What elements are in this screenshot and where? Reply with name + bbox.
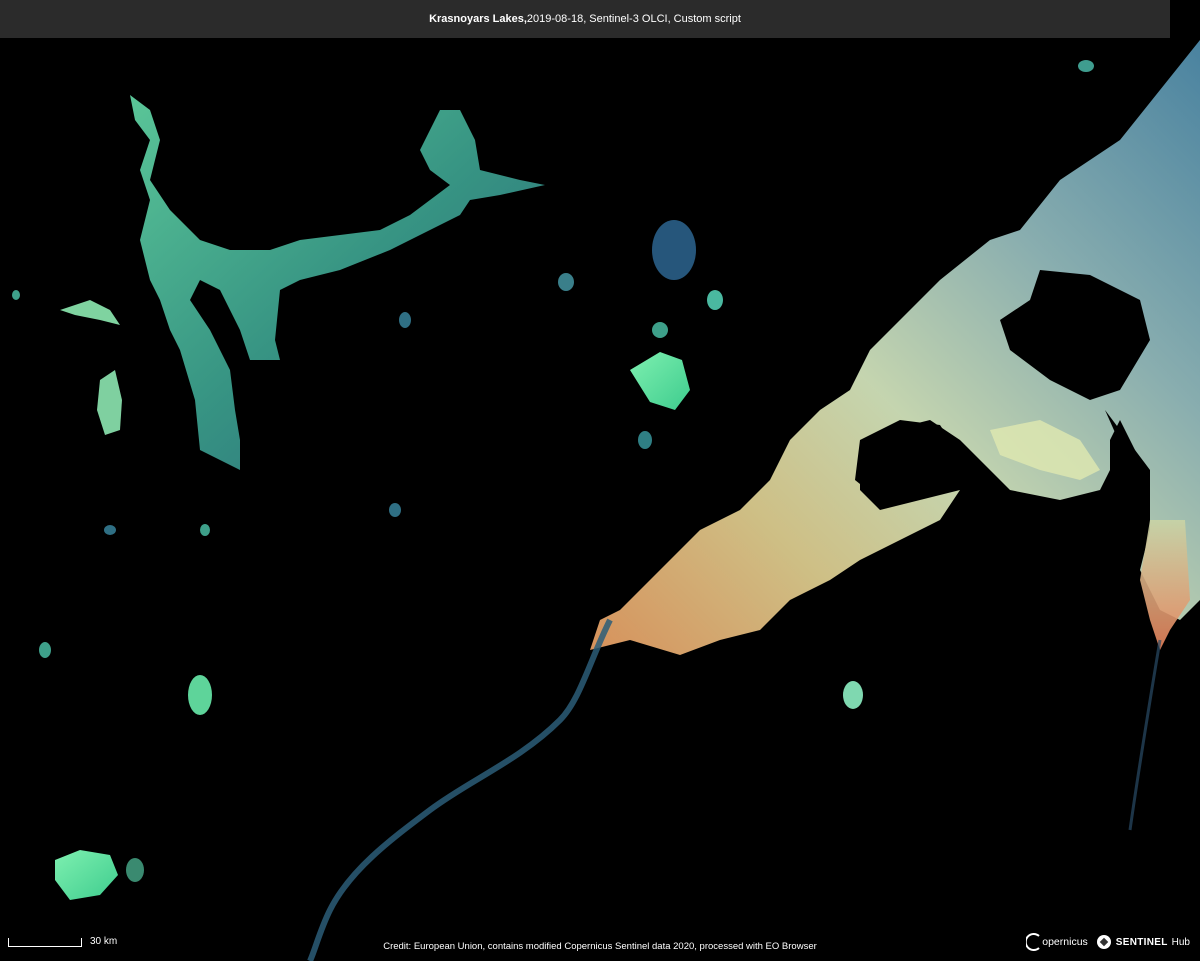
lake xyxy=(1078,60,1094,72)
sentinel-label: SENTINEL xyxy=(1115,936,1168,948)
hub-label: Hub xyxy=(1171,936,1190,948)
scale-bar: 30 km xyxy=(8,936,117,947)
satellite-map xyxy=(0,0,1200,961)
scale-label: 30 km xyxy=(90,936,118,947)
lake xyxy=(389,503,401,517)
copernicus-logo: opernicus xyxy=(1026,933,1088,951)
lake xyxy=(104,525,116,535)
lake xyxy=(126,858,144,882)
logos: opernicus SENTINEL Hub xyxy=(1026,933,1190,951)
sentinel-hub-logo: SENTINEL Hub xyxy=(1096,934,1190,950)
lake xyxy=(200,524,210,536)
lake xyxy=(843,681,863,709)
lake xyxy=(652,322,668,338)
lake xyxy=(707,290,723,310)
map-title-bar: Krasnoyars Lakes, 2019-08-18, Sentinel-3… xyxy=(0,0,1170,38)
map-title-details: 2019-08-18, Sentinel-3 OLCI, Custom scri… xyxy=(526,13,741,25)
lake xyxy=(12,290,20,300)
copernicus-c-icon xyxy=(1026,933,1040,951)
lake xyxy=(188,675,212,715)
lake xyxy=(399,312,411,328)
satellite-icon xyxy=(1096,935,1111,949)
lake xyxy=(638,431,652,449)
copernicus-label: opernicus xyxy=(1042,936,1088,948)
lake xyxy=(39,642,51,658)
map-title-place: Krasnoyars Lakes, xyxy=(429,13,527,25)
lake xyxy=(558,273,574,291)
scale-line xyxy=(8,938,82,947)
lake xyxy=(652,220,696,280)
